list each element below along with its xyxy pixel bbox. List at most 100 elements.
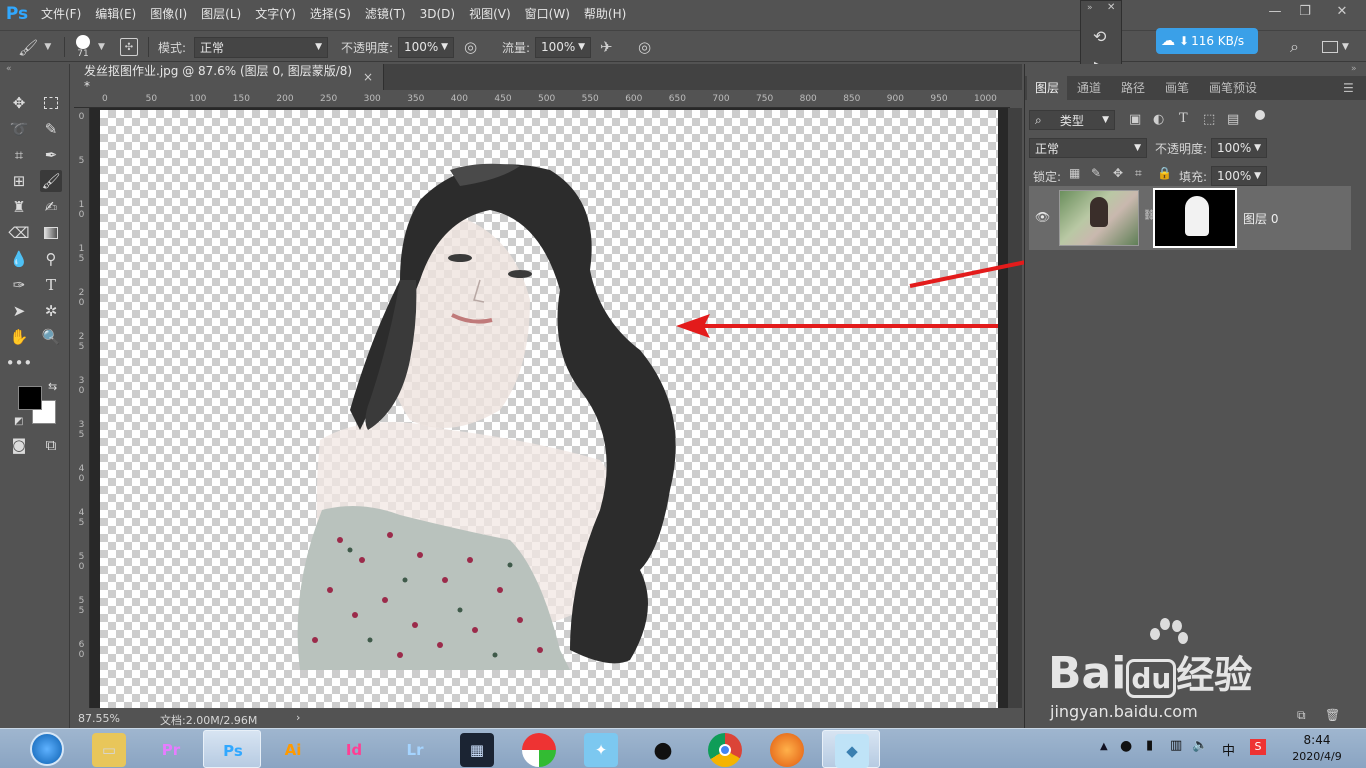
menu-image[interactable]: 图像(I)	[143, 0, 194, 28]
screen-mode-icon[interactable]: ⧉	[40, 434, 62, 456]
eraser-tool-icon[interactable]: ⌫	[8, 222, 30, 244]
tab-channels[interactable]: 通道	[1069, 76, 1109, 100]
layer-row[interactable]: 👁 ⛓ 图层 0	[1029, 186, 1351, 250]
collapse-icon[interactable]: «	[6, 64, 12, 74]
shape-tool-icon[interactable]: ✲	[40, 300, 62, 322]
mode-select[interactable]: 正常 ▼	[194, 36, 328, 58]
blur-tool-icon[interactable]: 💧	[8, 248, 30, 270]
chat-app-slot[interactable]: ✦	[572, 730, 630, 768]
menu-layer[interactable]: 图层(L)	[194, 0, 248, 28]
tab-paths[interactable]: 路径	[1113, 76, 1153, 100]
clock-time[interactable]: 8:44	[1284, 733, 1350, 747]
airbrush-icon[interactable]: ✈	[600, 38, 613, 56]
search-icon[interactable]: ⌕	[1290, 37, 1299, 57]
document-tab[interactable]: 发丝抠图作业.jpg @ 87.6% (图层 0, 图层蒙版/8) * ×	[74, 64, 384, 93]
menu-window[interactable]: 窗口(W)	[518, 0, 577, 28]
lock-artboard-icon[interactable]: ⌗	[1135, 166, 1142, 181]
foreground-color-swatch[interactable]	[18, 386, 42, 410]
filter-type-icon[interactable]: T	[1179, 111, 1188, 126]
qq-slot[interactable]: ●	[634, 730, 692, 768]
browser-slot[interactable]	[758, 730, 816, 768]
visibility-eye-icon[interactable]: 👁	[1035, 210, 1050, 224]
brush-tool-preset[interactable]: 🖌 ▼	[18, 31, 51, 63]
explorer-slot[interactable]: ▭	[80, 730, 138, 768]
healing-tool-icon[interactable]: ⊞	[8, 170, 30, 192]
premiere-slot[interactable]: Pr	[142, 730, 200, 768]
gradient-tool-icon[interactable]	[40, 222, 62, 244]
status-arrow-icon[interactable]: ›	[296, 711, 300, 724]
restore-button[interactable]: ❐	[1290, 0, 1320, 22]
blend-mode-select[interactable]: 正常 ▼	[1029, 138, 1147, 158]
layer-mask-thumbnail[interactable]	[1153, 188, 1237, 248]
lock-position-icon[interactable]: ✥	[1113, 166, 1123, 180]
menu-filter[interactable]: 滤镜(T)	[358, 0, 413, 28]
menu-help[interactable]: 帮助(H)	[577, 0, 633, 28]
ruler-horizontal[interactable]: 0 50 100 150 200 250 300 350 400 450 500 550 600 650 7…	[98, 92, 1010, 108]
illustrator-slot[interactable]: Ai	[264, 730, 322, 768]
stamp-tool-icon[interactable]: ♜	[8, 196, 30, 218]
filter-pixel-icon[interactable]: ▣	[1129, 112, 1141, 127]
default-colors-icon[interactable]: ◩	[14, 416, 23, 427]
hand-tool-icon[interactable]: ✋	[8, 326, 30, 348]
close-icon[interactable]: ✕	[1107, 2, 1115, 13]
network-icon[interactable]: ▥	[1170, 738, 1182, 753]
collapse-icon[interactable]: »	[1087, 3, 1093, 13]
marquee-tool-icon[interactable]	[40, 92, 62, 114]
quick-select-tool-icon[interactable]: ✎	[40, 118, 62, 140]
vertical-scrollbar[interactable]	[1008, 108, 1022, 708]
notes-app-slot[interactable]: ◆	[822, 730, 880, 768]
pressure-opacity-icon[interactable]: ◎	[464, 38, 477, 56]
workspace-icon[interactable]	[1322, 41, 1338, 53]
layer-name[interactable]: 图层 0	[1243, 210, 1278, 227]
opacity-field[interactable]: 100% ▼	[398, 36, 454, 58]
menu-edit[interactable]: 编辑(E)	[88, 0, 143, 28]
video-editor-slot[interactable]: ▦	[448, 730, 506, 768]
clock-date[interactable]: 2020/4/9	[1282, 750, 1352, 763]
fill-field[interactable]: 100% ▼	[1211, 166, 1267, 186]
tab-layers[interactable]: 图层	[1027, 76, 1068, 100]
document-canvas[interactable]	[100, 110, 998, 708]
menu-select[interactable]: 选择(S)	[303, 0, 358, 28]
chevron-down-icon[interactable]: ▼	[98, 42, 105, 52]
tab-brush-presets[interactable]: 画笔预设	[1201, 76, 1265, 100]
start-button[interactable]	[30, 732, 64, 766]
tab-brush[interactable]: 画笔	[1157, 76, 1197, 100]
brush-tool-icon[interactable]: 🖌	[40, 170, 62, 192]
lock-all-icon[interactable]: 🔒	[1157, 166, 1172, 180]
ruler-vertical[interactable]: 0 5 1 0 1 5 2 0 2 5 3 0 3 5 4 0 4 5 5 0 5 5 6 0	[74, 108, 90, 708]
pen-tool-icon[interactable]: ✑	[8, 274, 30, 296]
close-tab-button[interactable]: ×	[363, 70, 373, 84]
brush-size-picker[interactable]: 71	[76, 31, 90, 63]
collapse-panel-icon[interactable]: »	[1351, 64, 1357, 74]
layer-opacity-field[interactable]: 100% ▼	[1211, 138, 1267, 158]
chrome-slot[interactable]	[696, 730, 754, 768]
menu-type[interactable]: 文字(Y)	[248, 0, 303, 28]
menu-3d[interactable]: 3D(D)	[413, 0, 462, 28]
move-tool-icon[interactable]: ✥	[8, 92, 30, 114]
layer-filter-select[interactable]: ⌕ 类型 ▼	[1029, 110, 1115, 130]
swap-colors-icon[interactable]: ⇆	[48, 380, 57, 393]
sogou-ime-icon[interactable]: S	[1250, 739, 1266, 755]
umbrella-app-slot[interactable]	[510, 730, 568, 768]
ruler-origin[interactable]	[74, 92, 98, 108]
eyedropper-tool-icon[interactable]: ✒	[40, 144, 62, 166]
zoom-tool-icon[interactable]: 🔍	[40, 326, 62, 348]
layer-thumbnail[interactable]	[1059, 190, 1139, 246]
menu-file[interactable]: 文件(F)	[34, 0, 88, 28]
flow-field[interactable]: 100% ▼	[535, 36, 591, 58]
history-brush-tool-icon[interactable]: ✍	[40, 196, 62, 218]
zoom-level[interactable]: 87.55%	[78, 712, 120, 725]
panel-menu-icon[interactable]: ☰	[1343, 76, 1354, 100]
type-tool-icon[interactable]: T	[40, 274, 62, 296]
indesign-slot[interactable]: Id	[325, 730, 383, 768]
crop-tool-icon[interactable]: ⌗	[8, 144, 30, 166]
close-window-button[interactable]: ✕	[1322, 0, 1362, 22]
lock-paint-icon[interactable]: ✎	[1091, 166, 1101, 180]
battery-icon[interactable]: ▮	[1146, 738, 1153, 753]
pressure-size-icon[interactable]: ◎	[638, 38, 651, 56]
menu-view[interactable]: 视图(V)	[462, 0, 518, 28]
filter-toggle-icon[interactable]	[1255, 110, 1265, 120]
quick-mask-icon[interactable]: ◙	[8, 434, 30, 456]
photoshop-slot[interactable]: Ps	[203, 730, 261, 768]
lightroom-slot[interactable]: Lr	[386, 730, 444, 768]
